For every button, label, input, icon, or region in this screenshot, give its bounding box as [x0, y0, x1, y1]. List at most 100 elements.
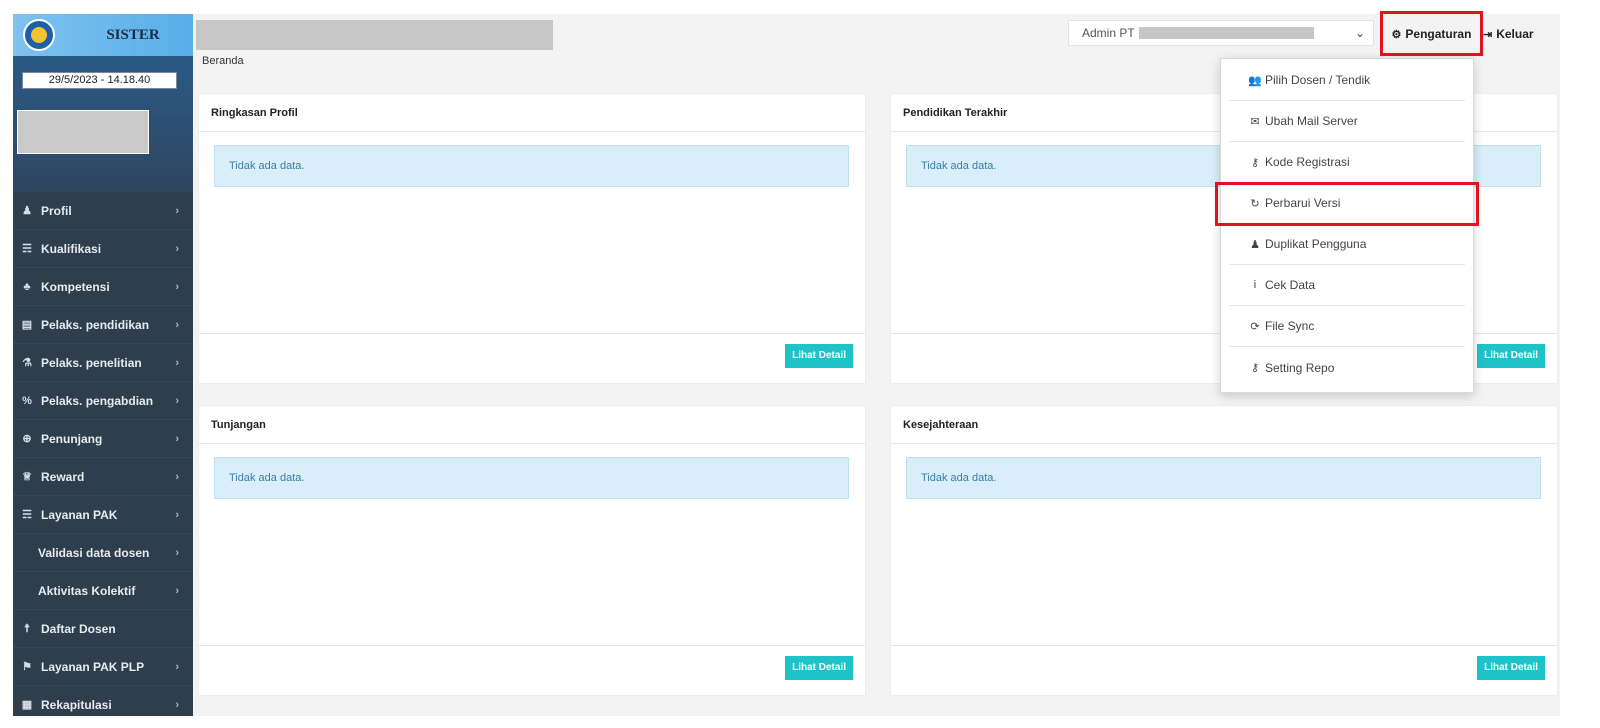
user-select-label: Admin PT	[1082, 26, 1135, 40]
lihat-detail-button[interactable]: Lihat Detail	[785, 344, 853, 368]
sidebar-item-label: Layanan PAK PLP	[41, 659, 145, 674]
table-icon: ▦	[21, 699, 33, 711]
sidebar-item-label: Daftar Dosen	[41, 621, 116, 636]
sidebar-item-label: Pelaks. pendidikan	[41, 317, 150, 332]
panel-kesejahteraan: Kesejahteraan Tidak ada data. Lihat Deta…	[890, 405, 1558, 696]
settings-button[interactable]: ⚙ Pengaturan	[1388, 19, 1475, 49]
chevron-right-icon: ›	[175, 356, 179, 369]
sidebar-item-profil[interactable]: ♟ Profil ›	[13, 191, 193, 229]
dropdown-item-label: Setting Repo	[1265, 360, 1335, 375]
sidebar-item-pelaks-penelitian[interactable]: ⚗ Pelaks. penelitian ›	[13, 343, 193, 381]
sidebar-item-penunjang[interactable]: ⊕ Penunjang ›	[13, 419, 193, 457]
page-title-redacted	[196, 20, 553, 50]
sign-out-icon: ⇥	[1483, 28, 1493, 41]
sidebar-item-label: Layanan PAK	[41, 507, 118, 522]
dropdown-item-label: Pilih Dosen / Tendik	[1265, 73, 1371, 87]
empty-alert: Tidak ada data.	[214, 145, 849, 187]
panel-footer: Lihat Detail	[891, 645, 1557, 695]
user-name-redacted	[1138, 27, 1314, 39]
dropdown-item-file-sync[interactable]: ⟳ File Sync	[1229, 306, 1465, 347]
sidebar-item-label: Reward	[41, 469, 85, 484]
panel-title: Ringkasan Profil	[199, 94, 865, 132]
sidebar-item-rekapitulasi[interactable]: ▦ Rekapitulasi ›	[13, 685, 193, 716]
user-icon: ♟	[1250, 238, 1260, 251]
dropdown-item-label: Kode Registrasi	[1265, 155, 1350, 169]
logo-icon	[23, 19, 55, 51]
sidebar-item-layanan-pak[interactable]: ☴ Layanan PAK ›	[13, 495, 193, 533]
sidebar-item-pelaks-pengabdian[interactable]: % Pelaks. pengabdian ›	[13, 381, 193, 419]
flask-icon: ⚗	[22, 357, 32, 369]
panel-footer: Lihat Detail	[199, 645, 865, 695]
panel-footer: Lihat Detail	[199, 333, 865, 383]
dropdown-item-perbarui-versi[interactable]: ↻ Perbarui Versi	[1229, 183, 1465, 224]
sidebar-item-daftar-dosen[interactable]: ☨ Daftar Dosen	[13, 609, 193, 647]
sidebar-item-aktivitas-kolektif[interactable]: Aktivitas Kolektif ›	[13, 571, 193, 609]
sidebar-item-label: Kualifikasi	[41, 241, 102, 256]
key-icon: ⚷	[1250, 362, 1260, 374]
users-icon: 👥	[1248, 74, 1262, 87]
lihat-detail-button[interactable]: Lihat Detail	[1477, 344, 1545, 368]
graduation-cap-icon: ☴	[22, 509, 32, 521]
sync-icon: ⟳	[1250, 320, 1260, 333]
dropdown-item-setting-repo[interactable]: ⚷ Setting Repo	[1229, 347, 1465, 388]
dropdown-item-label: Ubah Mail Server	[1265, 114, 1358, 128]
globe-icon: ⊕	[22, 433, 32, 445]
breadcrumb[interactable]: Beranda	[202, 55, 244, 67]
brand-title: SISTER	[106, 27, 160, 43]
envelope-icon: ✉	[1250, 115, 1260, 128]
chevron-right-icon: ›	[175, 546, 179, 559]
panel-tunjangan: Tunjangan Tidak ada data. Lihat Detail	[198, 405, 866, 696]
app-window: SISTER 29/5/2023 - 14.18.40 ♟ Profil › ☴ Kua…	[0, 0, 1600, 728]
refresh-icon: ↻	[1250, 197, 1260, 210]
empty-alert: Tidak ada data.	[906, 457, 1541, 499]
gear-icon: ⚙	[1391, 28, 1402, 41]
trophy-icon: ♕	[22, 471, 32, 483]
user-icon: ♟	[22, 205, 32, 217]
chevron-right-icon: ›	[175, 394, 179, 407]
dropdown-item-ubah-mail-server[interactable]: ✉ Ubah Mail Server	[1229, 101, 1465, 142]
chevron-right-icon: ›	[175, 698, 179, 711]
sidebar-item-label: Rekapitulasi	[41, 697, 112, 712]
lihat-detail-button[interactable]: Lihat Detail	[785, 656, 853, 680]
percent-icon: %	[22, 394, 32, 407]
info-icon: i	[1253, 279, 1257, 291]
sidebar-item-label: Penunjang	[41, 431, 103, 446]
chevron-right-icon: ›	[175, 432, 179, 445]
sidebar-item-label: Pelaks. pengabdian	[41, 393, 154, 408]
sidebar-item-kompetensi[interactable]: ♣ Kompetensi ›	[13, 267, 193, 305]
flag-icon: ⚑	[22, 661, 32, 673]
lihat-detail-button[interactable]: Lihat Detail	[1477, 656, 1545, 680]
sidebar: SISTER 29/5/2023 - 14.18.40 ♟ Profil › ☴ Kua…	[13, 14, 193, 716]
sidebar-item-validasi-data-dosen[interactable]: Validasi data dosen ›	[13, 533, 193, 571]
dropdown-item-cek-data[interactable]: i Cek Data	[1229, 265, 1465, 306]
sidebar-item-pelaks-pendidikan[interactable]: ▤ Pelaks. pendidikan ›	[13, 305, 193, 343]
group-icon: ♣	[23, 280, 31, 293]
sidebar-item-reward[interactable]: ♕ Reward ›	[13, 457, 193, 495]
user-select[interactable]: Admin PT ⌄	[1068, 20, 1374, 46]
sidebar-item-kualifikasi[interactable]: ☴ Kualifikasi ›	[13, 229, 193, 267]
logout-button[interactable]: ⇥ Keluar	[1483, 19, 1534, 49]
logout-button-label: Keluar	[1496, 27, 1534, 41]
chevron-right-icon: ›	[175, 660, 179, 673]
chevron-right-icon: ›	[175, 584, 179, 597]
sidebar-item-layanan-pak-plp[interactable]: ⚑ Layanan PAK PLP ›	[13, 647, 193, 685]
sidebar-user-panel: 29/5/2023 - 14.18.40	[13, 56, 193, 191]
book-icon: ▤	[21, 319, 33, 331]
panel-ringkasan-profil: Ringkasan Profil Tidak ada data. Lihat D…	[198, 93, 866, 384]
chevron-right-icon: ›	[175, 318, 179, 331]
sidebar-item-label: Validasi data dosen	[38, 545, 150, 560]
sidebar-item-label: Profil	[41, 203, 72, 218]
empty-alert: Tidak ada data.	[214, 457, 849, 499]
key-icon: ⚷	[1250, 156, 1260, 169]
dropdown-item-duplikat-pengguna[interactable]: ♟ Duplikat Pengguna	[1229, 224, 1465, 265]
dropdown-item-kode-registrasi[interactable]: ⚷ Kode Registrasi	[1229, 142, 1465, 183]
chevron-down-icon: ⌄	[1354, 26, 1365, 40]
settings-dropdown-list: 👥 Pilih Dosen / Tendik ✉ Ubah Mail Server ⚷ K…	[1221, 59, 1473, 388]
dropdown-item-pilih-dosen-tendik[interactable]: 👥 Pilih Dosen / Tendik	[1229, 60, 1465, 101]
graduation-cap-icon: ☴	[22, 243, 32, 255]
chevron-right-icon: ›	[175, 204, 179, 217]
person-icon: ☨	[24, 623, 30, 635]
sidebar-item-label: Kompetensi	[41, 279, 110, 294]
settings-button-label: Pengaturan	[1405, 27, 1472, 41]
brand-header[interactable]: SISTER	[13, 14, 193, 56]
